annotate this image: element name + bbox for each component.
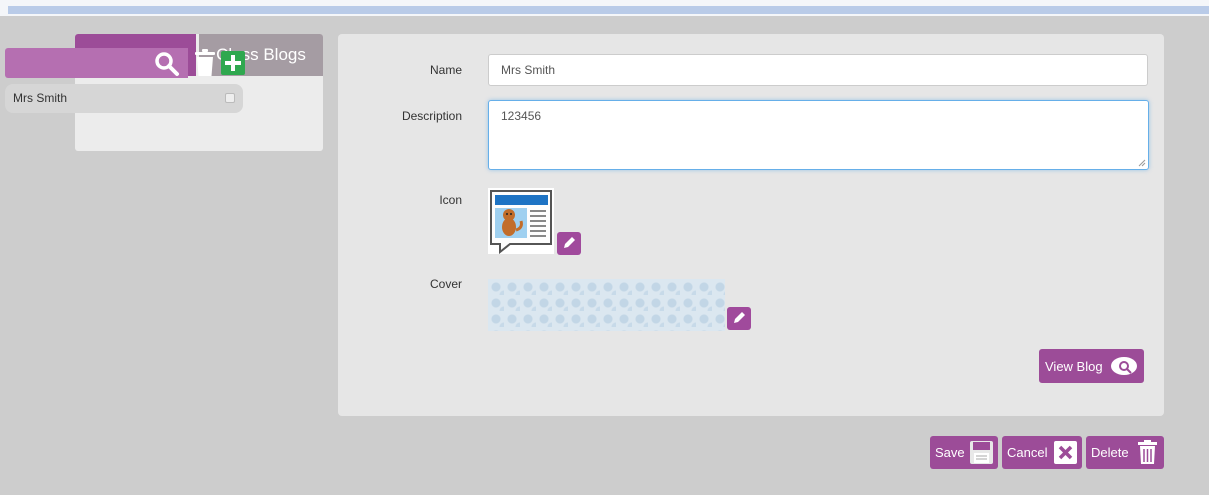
delete-label: Delete	[1091, 445, 1129, 460]
delete-button[interactable]: Delete	[1086, 436, 1164, 469]
search-icon[interactable]	[154, 51, 180, 77]
save-button[interactable]: Save	[930, 436, 998, 469]
save-label: Save	[935, 445, 965, 460]
cancel-label: Cancel	[1007, 445, 1048, 460]
edit-icon-button[interactable]	[557, 232, 581, 255]
description-value: 123456	[501, 109, 542, 123]
cover-image	[488, 279, 725, 331]
blog-icon-image	[488, 188, 554, 254]
view-blog-label: View Blog	[1045, 358, 1103, 374]
name-field[interactable]: Mrs Smith	[488, 54, 1148, 86]
edit-cover-button[interactable]	[727, 307, 751, 330]
trash-icon[interactable]	[193, 49, 217, 77]
resize-grip-icon[interactable]	[1138, 159, 1146, 167]
trash-icon	[1138, 440, 1157, 464]
floppy-icon	[970, 441, 993, 464]
eye-icon	[1111, 357, 1137, 375]
icon-label: Icon	[439, 193, 462, 207]
description-field[interactable]: 123456	[488, 100, 1149, 170]
item-checkbox[interactable]	[225, 93, 235, 103]
name-label: Name	[429, 63, 462, 77]
add-blog-icon[interactable]	[221, 51, 245, 75]
cancel-button[interactable]: Cancel	[1002, 436, 1082, 469]
cover-label: Cover	[429, 277, 462, 291]
list-item[interactable]: Mrs Smith	[5, 84, 243, 113]
top-accent-bar	[8, 6, 1209, 14]
pencil-icon	[564, 237, 575, 248]
tab-class-blogs[interactable]: Class Blogs	[199, 34, 323, 76]
list-item-label: Mrs Smith	[13, 91, 67, 105]
view-blog-button[interactable]: View Blog	[1039, 349, 1144, 383]
description-label: Description	[401, 109, 462, 123]
close-icon	[1054, 441, 1077, 464]
pencil-icon	[734, 312, 745, 323]
